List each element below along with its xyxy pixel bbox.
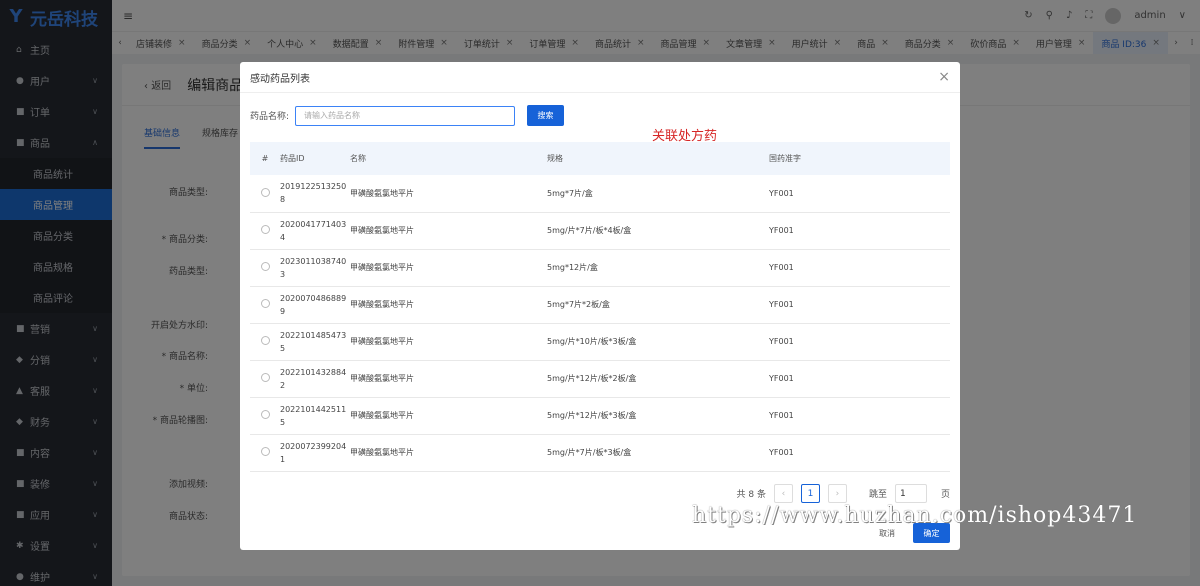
drug-name-cell: 甲磺酸氨氯地平片 xyxy=(350,434,547,472)
row-radio[interactable] xyxy=(260,410,270,419)
approval-code-cell: YF001 xyxy=(769,434,950,472)
column-header: 药品ID xyxy=(280,142,350,175)
row-radio[interactable] xyxy=(260,225,270,234)
drug-name-cell: 甲磺酸氨氯地平片 xyxy=(350,397,547,435)
total-count: 共 8 条 xyxy=(736,490,766,500)
approval-code-cell: YF001 xyxy=(769,286,950,324)
approval-code-cell: YF001 xyxy=(769,323,950,361)
jump-label: 跳至 xyxy=(868,490,887,500)
drug-list-modal: 感动药品列表 × 药品名称: 搜索 关联处方药 #药品ID名称规格国药准字 20… xyxy=(240,62,960,550)
approval-code-cell: YF001 xyxy=(769,397,950,435)
column-header: # xyxy=(250,142,280,175)
drug-name-cell: 甲磺酸氨氯地平片 xyxy=(350,360,547,398)
current-page[interactable]: 1 xyxy=(800,484,820,503)
drug-table: # 药品ID 名称 规格 国药准字 2019122513250​8 甲磺酸氨氯地平片 5mg… xyxy=(250,142,950,472)
column-header: 国药准字 xyxy=(769,142,950,175)
drug-id-cell: 2022101432884​2 xyxy=(280,360,350,398)
prev-page-icon[interactable]: ‹ xyxy=(773,484,793,503)
approval-code-cell: YF001 xyxy=(769,175,950,213)
next-page-icon[interactable]: › xyxy=(827,484,847,503)
drug-id-cell: 2022101485473​5 xyxy=(280,323,350,361)
table-row[interactable]: 2020041771403​4 甲磺酸氨氯地平片 5mg/片*7片/板*4板/盒 YF… xyxy=(250,212,950,250)
cancel-button[interactable]: 取消 xyxy=(879,528,895,539)
modal-title: 感动药品列表 xyxy=(250,73,310,85)
table-row[interactable]: 2022101432884​2 甲磺酸氨氯地平片 5mg/片*12片/板*2板/盒 Y… xyxy=(250,360,950,398)
drug-spec-cell: 5mg*12片/盒 xyxy=(547,249,769,287)
table-row[interactable]: 2020070486889​9 甲磺酸氨氯地平片 5mg*7片*2板/盒 YF001 xyxy=(250,286,950,324)
column-header: 规格 xyxy=(547,142,769,175)
drug-name-search-input[interactable] xyxy=(295,105,516,126)
search-label: 药品名称: xyxy=(250,112,290,122)
row-radio[interactable] xyxy=(260,262,270,271)
approval-code-cell: YF001 xyxy=(769,360,950,398)
drug-name-cell: 甲磺酸氨氯地平片 xyxy=(350,249,547,287)
drug-id-cell: 2020041771403​4 xyxy=(280,212,350,250)
drug-name-cell: 甲磺酸氨氯地平片 xyxy=(350,175,547,213)
drug-spec-cell: 5mg/片*10片/板*3板/盒 xyxy=(547,323,769,361)
approval-code-cell: YF001 xyxy=(769,249,950,287)
pagination: 共 8 条 ‹ 1 › 跳至 1 页 xyxy=(737,484,950,503)
close-icon[interactable]: × xyxy=(938,69,950,85)
drug-id-cell: 2019122513250​8 xyxy=(280,175,350,213)
drug-spec-cell: 5mg/片*7片/板*3板/盒 xyxy=(547,434,769,472)
table-row[interactable]: 2022101485473​5 甲磺酸氨氯地平片 5mg/片*10片/板*3板/盒 Y… xyxy=(250,323,950,361)
row-radio[interactable] xyxy=(260,187,270,197)
drug-name-cell: 甲磺酸氨氯地平片 xyxy=(350,286,547,324)
approval-code-cell: YF001 xyxy=(769,212,950,250)
row-radio[interactable] xyxy=(260,336,270,345)
row-radio[interactable] xyxy=(260,373,270,382)
row-radio[interactable] xyxy=(260,299,270,308)
jump-page-input[interactable]: 1 xyxy=(894,484,927,503)
drug-name-cell: 甲磺酸氨氯地平片 xyxy=(350,212,547,250)
table-row[interactable]: 2022101442511​5 甲磺酸氨氯地平片 5mg/片*12片/板*3板/盒 Y… xyxy=(250,397,950,435)
drug-spec-cell: 5mg/片*7片/板*4板/盒 xyxy=(547,212,769,250)
drug-spec-cell: 5mg*7片/盒 xyxy=(547,175,769,213)
drug-id-cell: 2020072399204​1 xyxy=(280,434,350,472)
drug-spec-cell: 5mg/片*12片/板*3板/盒 xyxy=(547,397,769,435)
row-radio[interactable] xyxy=(260,447,270,456)
drug-name-cell: 甲磺酸氨氯地平片 xyxy=(350,323,547,361)
drug-id-cell: 2022101442511​5 xyxy=(280,397,350,435)
watermark-text: https://www.huzhan.com/ishop43471 xyxy=(692,503,1138,528)
search-button[interactable]: 搜索 xyxy=(527,105,565,126)
drug-spec-cell: 5mg*7片*2板/盒 xyxy=(547,286,769,324)
table-row[interactable]: 2023011038740​3 甲磺酸氨氯地平片 5mg*12片/盒 YF001 xyxy=(250,249,950,287)
table-row[interactable]: 2020072399204​1 甲磺酸氨氯地平片 5mg/片*7片/板*3板/盒 YF… xyxy=(250,434,950,472)
drug-id-cell: 2023011038740​3 xyxy=(280,249,350,287)
drug-spec-cell: 5mg/片*12片/板*2板/盒 xyxy=(547,360,769,398)
drug-id-cell: 2020070486889​9 xyxy=(280,286,350,324)
table-row[interactable]: 2019122513250​8 甲磺酸氨氯地平片 5mg*7片/盒 YF001 xyxy=(250,175,950,213)
page-suffix: 页 xyxy=(940,490,950,500)
column-header: 名称 xyxy=(350,142,547,175)
